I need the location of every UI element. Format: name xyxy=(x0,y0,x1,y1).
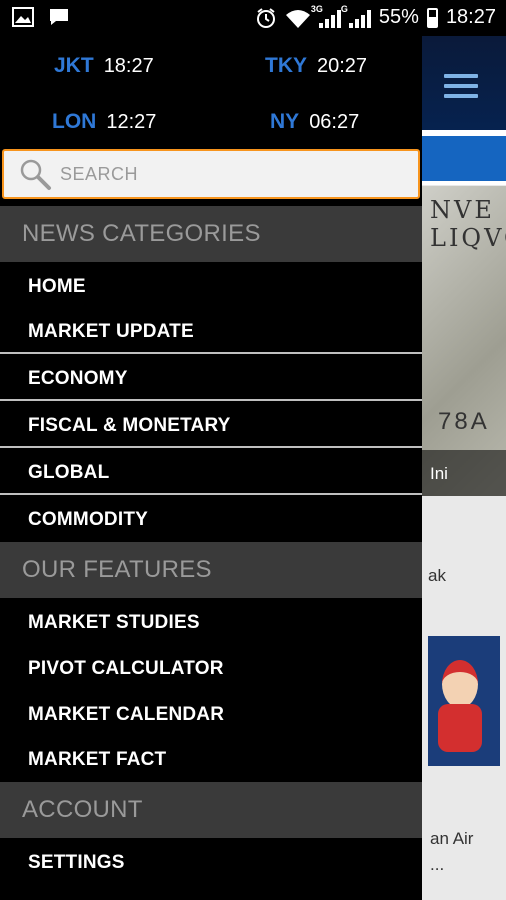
search-input[interactable] xyxy=(58,162,362,186)
clock-ny: NY 06:27 xyxy=(270,110,360,133)
app-header xyxy=(422,36,506,130)
tab-bar xyxy=(422,136,506,181)
news-snippet-2: an Air ... xyxy=(430,829,474,874)
signal-icon-1: 3G xyxy=(311,4,341,28)
image-icon xyxy=(12,7,34,27)
background-app: NVELIQVO 78A Ini ak an Air ... xyxy=(422,36,506,900)
menu-item-home[interactable]: HOME xyxy=(0,276,422,298)
battery-icon xyxy=(426,7,438,28)
menu-item-pivot-calculator[interactable]: PIVOT CALCULATOR xyxy=(0,658,422,680)
clock-tky: TKY 20:27 xyxy=(265,54,368,77)
featured-image: NVELIQVO 78A Ini xyxy=(422,186,506,496)
status-bar: 3G G 55% 18:27 xyxy=(0,0,506,36)
menu-icon[interactable] xyxy=(444,74,478,104)
signal-icon-2: G xyxy=(341,4,371,28)
menu-item-fiscal-monetary[interactable]: FISCAL & MONETARY xyxy=(0,415,422,437)
divider xyxy=(0,493,422,495)
divider xyxy=(0,352,422,354)
chat-icon xyxy=(50,9,68,25)
battery-percent: 55% xyxy=(378,6,419,28)
clock-lon: LON 12:27 xyxy=(52,110,157,133)
status-time: 18:27 xyxy=(445,6,496,28)
search-box[interactable] xyxy=(2,149,420,199)
navigation-drawer: JKT 18:27 TKY 20:27 LON 12:27 NY 06:27 N… xyxy=(0,36,422,900)
clock-jkt: JKT 18:27 xyxy=(54,54,154,77)
menu-item-market-fact[interactable]: MARKET FACT xyxy=(0,749,422,771)
news-snippet: ak xyxy=(428,566,446,585)
menu-item-economy[interactable]: ECONOMY xyxy=(0,368,422,390)
featured-caption: Ini xyxy=(422,450,506,496)
menu-item-market-update[interactable]: MARKET UPDATE xyxy=(0,321,422,343)
wifi-icon xyxy=(285,9,310,28)
divider xyxy=(0,399,422,401)
section-account: ACCOUNT xyxy=(0,782,422,838)
search-icon xyxy=(20,159,51,190)
menu-item-settings[interactable]: SETTINGS xyxy=(0,852,422,874)
menu-item-commodity[interactable]: COMMODITY xyxy=(0,509,422,531)
divider xyxy=(0,446,422,448)
menu-item-global[interactable]: GLOBAL xyxy=(0,462,422,484)
news-thumbnail xyxy=(428,636,500,766)
alarm-icon xyxy=(256,7,275,28)
menu-item-market-calendar[interactable]: MARKET CALENDAR xyxy=(0,704,422,726)
menu-item-market-studies[interactable]: MARKET STUDIES xyxy=(0,612,422,634)
section-news-categories: NEWS CATEGORIES xyxy=(0,206,422,262)
section-our-features: OUR FEATURES xyxy=(0,542,422,598)
world-clocks: JKT 18:27 TKY 20:27 LON 12:27 NY 06:27 xyxy=(0,36,422,148)
